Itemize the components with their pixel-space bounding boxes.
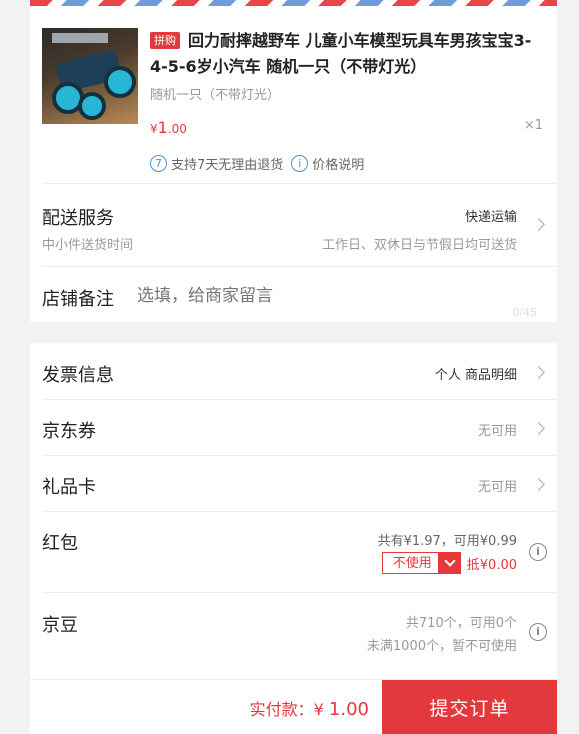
price-int: 1 (157, 118, 168, 137)
payment-options-card: 发票信息 个人 商品明细 京东券 无可用 礼品卡 无可用 红包 共有¥1.97，… (30, 343, 557, 679)
invoice-value: 个人 商品明细 (434, 368, 517, 383)
divider (42, 592, 557, 593)
note-char-counter: 0/45 (512, 306, 537, 319)
info-icon[interactable]: i (529, 543, 547, 561)
return-policy-link[interactable]: 支持7天无理由退货 (171, 154, 283, 173)
redpacket-selector[interactable]: 不使用 抵¥0.00 (381, 552, 517, 574)
info-icon[interactable]: i (529, 623, 547, 641)
jingdou-restriction: 未满1000个，暂不可使用 (366, 639, 517, 654)
coupon-label: 京东券 (42, 421, 96, 442)
car-wheel (78, 92, 106, 120)
product-price: ¥1.00 (150, 118, 187, 137)
redpacket-summary: 共有¥1.97，可用¥0.99 (377, 534, 517, 549)
chevron-down-icon[interactable] (438, 552, 461, 574)
product-title-text: 回力耐摔越野车 儿童小车模型玩具车男孩宝宝3-4-5-6岁小汽车 随机一只（不带… (150, 31, 532, 76)
checkout-bar: 实付款：¥ 1.00 提交订单 (30, 679, 557, 734)
divider (42, 511, 557, 512)
delivery-label: 配送服务 (42, 208, 114, 229)
jingdou-balance: 共710个，可用0个 (405, 616, 517, 631)
brand-logo (52, 33, 108, 43)
redpacket-option-button[interactable]: 不使用 (381, 552, 439, 574)
product-spec: 随机一只（不带灯光） (150, 88, 281, 103)
total-amount: 实付款：¥ 1.00 (250, 696, 369, 720)
chevron-right-icon (532, 366, 545, 379)
submit-order-button[interactable]: 提交订单 (382, 680, 557, 734)
chevron-right-icon (532, 422, 545, 435)
seven-day-icon: 7 (150, 155, 167, 172)
store-note-input[interactable] (137, 286, 497, 306)
chevron-right-icon (532, 478, 545, 491)
info-icon: i (291, 155, 309, 172)
giftcard-value: 无可用 (477, 480, 517, 495)
divider (42, 183, 557, 184)
coupon-value: 无可用 (477, 424, 517, 439)
order-item-card: 拼购 回力耐摔越野车 儿童小车模型玩具车男孩宝宝3-4-5-6岁小汽车 随机一只（… (30, 6, 557, 322)
divider (42, 455, 557, 456)
store-note-label: 店铺备注 (42, 289, 114, 310)
redpacket-deduction: 抵¥0.00 (466, 557, 517, 573)
pingou-tag: 拼购 (150, 32, 180, 49)
total-symbol: ¥ (313, 700, 324, 719)
delivery-time: 工作日、双休日与节假日均可送货 (321, 238, 517, 253)
price-symbol: ¥ (150, 122, 158, 136)
product-title[interactable]: 拼购 回力耐摔越野车 儿童小车模型玩具车男孩宝宝3-4-5-6岁小汽车 随机一只（… (150, 28, 540, 80)
service-row: 7 支持7天无理由退货 i 价格说明 (150, 154, 364, 173)
total-label: 实付款： (249, 700, 314, 719)
redpacket-label: 红包 (42, 533, 78, 554)
jingdou-label: 京豆 (42, 615, 78, 636)
price-dec: .00 (167, 122, 187, 136)
divider (42, 399, 557, 400)
invoice-label: 发票信息 (42, 365, 114, 386)
chevron-right-icon (532, 218, 545, 231)
giftcard-label: 礼品卡 (42, 477, 96, 498)
product-thumbnail[interactable] (42, 28, 138, 124)
product-quantity: ×1 (523, 118, 543, 133)
total-value: 1.00 (328, 699, 369, 720)
delivery-method: 快递运输 (464, 210, 517, 225)
delivery-subtitle: 中小件送货时间 (42, 238, 134, 253)
car-wheel (104, 66, 136, 98)
divider (42, 266, 557, 267)
price-info-link[interactable]: 价格说明 (312, 154, 364, 173)
